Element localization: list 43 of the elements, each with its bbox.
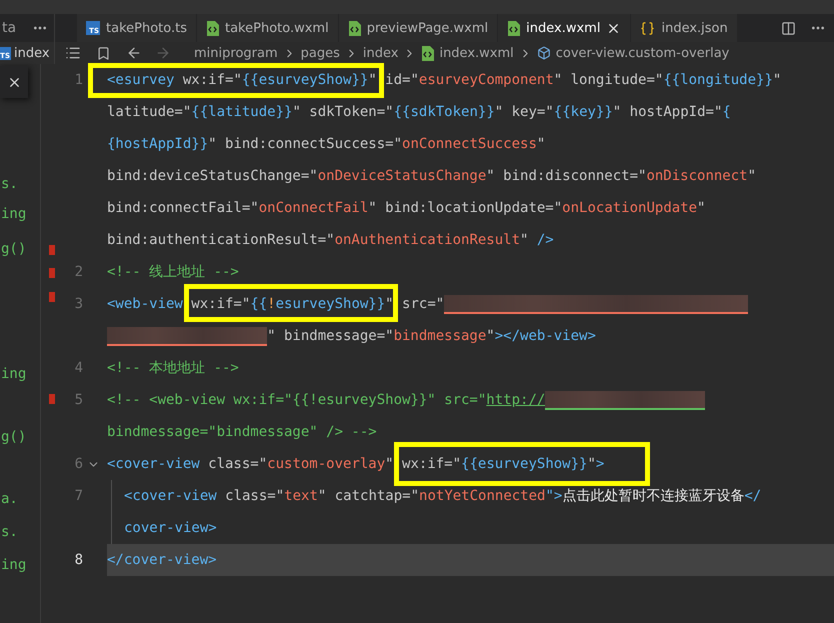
code-line: <esurvey wx:if="{{esurveyShow}}" id="esurveyComponent" longitude="{{longitude}}" bbox=[107, 72, 782, 88]
line-number: 6 bbox=[74, 456, 83, 472]
code-fragment: ing bbox=[1, 205, 26, 223]
code-fragment: a. bbox=[1, 490, 18, 508]
code-line: bind:authenticationResult="onAuthenticationResult" /> bbox=[107, 232, 554, 248]
breadcrumb-item[interactable]: miniprogram bbox=[194, 46, 278, 60]
code-line: bindmessage="bindmessage" /> --> bbox=[107, 424, 377, 440]
editor-tab[interactable]: index.wxml bbox=[498, 14, 632, 42]
line-number: 3 bbox=[74, 296, 83, 312]
code-line: <web-view wx:if="{{!esurveyShow}}" src=" bbox=[107, 294, 748, 314]
line-number: 7 bbox=[74, 488, 83, 504]
code-line: <!-- 线上地址 --> bbox=[107, 263, 239, 281]
code-line: <cover-view class="custom-overlay" wx:if="{{esurveyShow}}"> bbox=[107, 456, 604, 472]
line-number: 1 bbox=[74, 72, 83, 88]
breadcrumb-item[interactable]: pages bbox=[300, 46, 340, 60]
line-number: 8 bbox=[74, 552, 83, 568]
editor-tab[interactable]: previewPage.wxml bbox=[338, 14, 498, 42]
code-fragment: s. bbox=[1, 523, 18, 541]
line-number: 2 bbox=[74, 264, 83, 280]
code-fragment: g() bbox=[1, 240, 26, 258]
code-line: </cover-view> bbox=[107, 552, 217, 568]
code-line: cover-view> bbox=[124, 520, 217, 536]
line-number: 5 bbox=[74, 392, 83, 408]
breadcrumb-item[interactable]: index.wxml bbox=[439, 46, 514, 60]
code-line: <!-- <web-view wx:if="{{!esurveyShow}}" src="http:// bbox=[107, 390, 706, 410]
breadcrumb-item[interactable]: cover-view.custom-overlay bbox=[556, 46, 730, 60]
code-link[interactable]: http:// bbox=[486, 392, 546, 408]
code-line: " bindmessage="bindmessage"></web-view> bbox=[107, 326, 596, 346]
code-line: {hostAppId}}" bind:connectSuccess="onConnectSuccess" bbox=[107, 136, 546, 152]
code-line: <cover-view class="text" catchtap="notYetConnected">点击此处暂时不连接蓝牙设备</ bbox=[124, 487, 762, 505]
editor-tab[interactable]: index.json bbox=[631, 14, 738, 42]
code-fragment: ing bbox=[1, 556, 26, 574]
code-line: bind:deviceStatusChange="onDeviceStatusChange" bind:disconnect="onDisconnect" bbox=[107, 168, 756, 184]
code-line: latitude="{{latitude}}" sdkToken="{{sdkToken}}" key="{{key}}" hostAppId="{ bbox=[107, 104, 731, 120]
editor-tab[interactable]: takePhoto.wxml bbox=[196, 14, 339, 42]
code-line: <!-- 本地地址 --> bbox=[107, 359, 239, 377]
code-fragment: s. bbox=[1, 175, 18, 193]
line-number: 4 bbox=[74, 360, 83, 376]
panel-title: ta bbox=[2, 20, 16, 36]
code-fragment: g() bbox=[1, 428, 26, 446]
breadcrumb-item[interactable]: index bbox=[362, 46, 398, 60]
code-line: bind:connectFail="onConnectFail" bind:locationUpdate="onLocationUpdate" bbox=[107, 200, 706, 216]
code-fragment: ing bbox=[1, 365, 26, 383]
